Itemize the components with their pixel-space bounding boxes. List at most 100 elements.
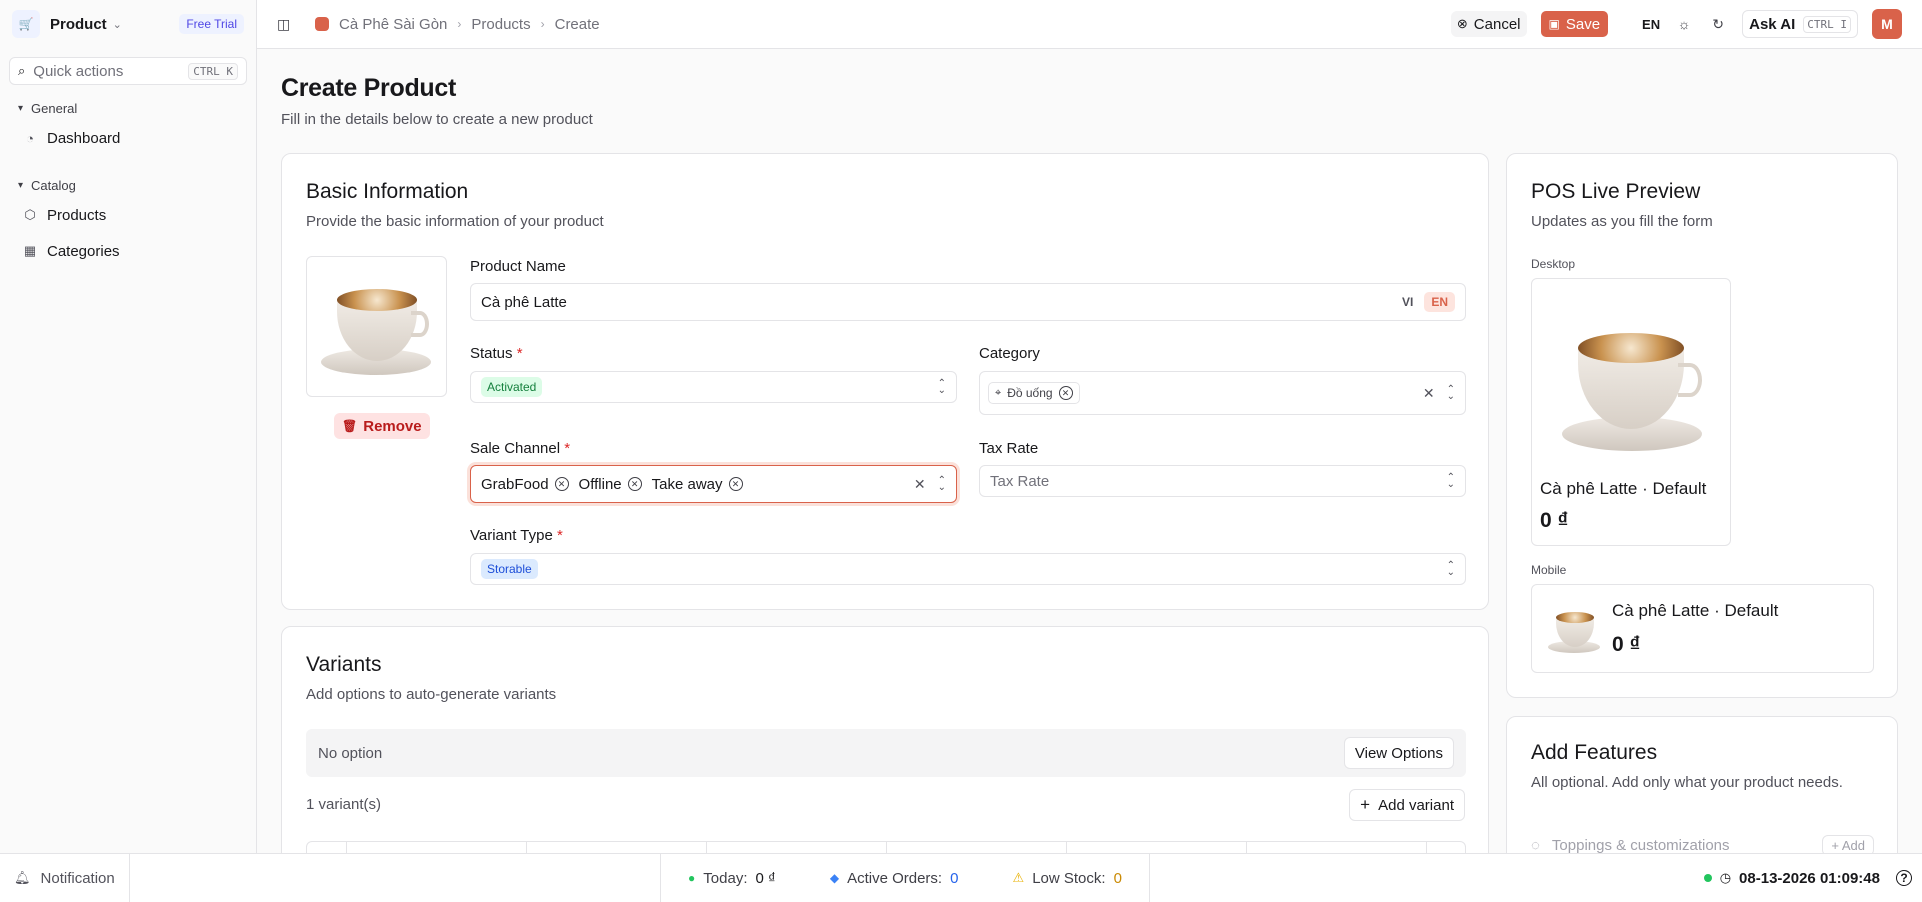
sidebar-item-categories[interactable]: ▦ Categories [9,235,247,267]
sidebar-item-products[interactable]: ⬡ Products [9,199,247,231]
variant-type-label: Variant Type * [470,527,563,544]
language-switcher[interactable]: EN [1642,17,1660,32]
sale-channel-chip: Offline ✕ [579,476,642,493]
product-name-value: Cà phê Latte [481,293,567,311]
tag-icon: ⌖ [995,386,1002,399]
group-label: General [31,101,78,116]
required-mark: * [557,527,563,544]
main-content: Create Product Fill in the details below… [281,49,1898,853]
sale-channel-select[interactable]: GrabFood ✕ Offline ✕ Take away ✕ ✕ ⌃ ⌄ [470,465,957,503]
stat-low-stock: ⚠ Low Stock: 0 [1013,870,1122,887]
mobile-item-price: 0 ₫ [1612,633,1641,656]
free-trial-badge[interactable]: Free Trial [179,14,244,34]
quick-actions-search[interactable]: ⌕ Quick actions CTRL K [9,57,247,85]
help-icon[interactable]: ? [1896,870,1912,886]
theme-toggle-icon[interactable]: ☼ [1674,16,1694,32]
desktop-preview-tile: Cà phê Latte · Default 0 ₫ [1531,278,1731,546]
preview-subtitle: Updates as you fill the form [1531,213,1713,230]
latte-foam [337,289,417,311]
warning-icon: ⚠ [1012,870,1025,885]
ask-ai-shortcut: CTRL I [1803,15,1851,33]
stats-strip: ● Today: 0 ₫ ◆ Active Orders: 0 ⚠ Low St… [660,854,1150,902]
app-title: Product [50,15,107,33]
variants-subtitle: Add options to auto-generate variants [306,686,557,703]
tax-rate-select[interactable]: Tax Rate ⌃ ⌄ [979,465,1466,497]
chip-label: Offline [578,475,622,493]
add-feature-button[interactable]: + Add [1822,835,1874,853]
avatar[interactable]: M [1872,9,1902,39]
chevron-right-icon: › [457,17,462,31]
sidebar-item-label: Categories [47,242,120,260]
required-mark: * [564,440,571,457]
sidebar-item-dashboard[interactable]: ◔ Dashboard [9,122,247,154]
toppings-icon: ◌ [1531,837,1540,853]
preview-item-name: Cà phê Latte · Default [1540,479,1707,498]
variant-type-select[interactable]: Storable ⌃ ⌄ [470,553,1466,585]
status-select[interactable]: Activated ⌃ ⌄ [470,371,957,403]
lang-en-button[interactable]: EN [1424,292,1455,312]
table-header-cell [347,842,527,853]
add-variant-button[interactable]: + Add variant [1349,789,1465,821]
breadcrumb-store[interactable]: Cà Phê Sài Gòn [339,16,447,33]
sale-channel-chip: Take away ✕ [652,476,743,493]
product-image[interactable] [306,256,447,397]
sidebar-header[interactable]: 🛒 Product ⌄ Free Trial [0,0,256,48]
category-label: Category [979,345,1040,362]
add-features-card: Add Features All optional. Add only what… [1506,716,1898,853]
money-icon: ● [688,871,696,885]
variant-type-label-text: Variant Type [470,527,553,544]
select-all-cell[interactable] [307,842,347,853]
sidebar-item-label: Dashboard [47,129,121,147]
options-panel: No option View Options [306,729,1466,777]
clear-icon[interactable]: ✕ [1423,385,1435,402]
basic-info-subtitle: Provide the basic information of your pr… [306,213,604,230]
sidebar-toggle-icon[interactable]: ◫ [277,16,299,33]
sidebar-group-catalog[interactable]: ▾ Catalog [0,178,256,193]
remove-chip-icon[interactable]: ✕ [728,477,743,491]
view-options-label: View Options [1354,744,1443,762]
table-header-cell [527,842,707,853]
view-options-button[interactable]: View Options [1343,737,1454,769]
store-logo-icon [315,17,329,31]
remove-chip-icon[interactable]: ✕ [627,477,642,491]
mobile-preview-image [1544,597,1606,659]
table-header-cell [1247,842,1427,853]
save-button[interactable]: ▣ Save [1540,11,1609,37]
stat-value: 0 [950,869,959,887]
stat-value: 0 ₫ [755,869,776,887]
clear-icon[interactable]: ✕ [914,476,926,493]
sidebar-group-general[interactable]: ▾ General [0,101,256,116]
chevron-right-icon: › [540,17,545,31]
cancel-button[interactable]: ⊗ Cancel [1450,11,1527,37]
breadcrumb-products[interactable]: Products [471,16,530,33]
remove-label: Remove [363,417,422,435]
tax-rate-label: Tax Rate [979,440,1039,457]
preview-title: POS Live Preview [1531,180,1701,203]
table-header-cell [707,842,887,853]
remove-chip-icon[interactable]: ✕ [554,477,569,491]
ask-ai-button[interactable]: Ask AI CTRL I [1742,10,1858,38]
variants-card: Variants Add options to auto-generate va… [281,626,1489,853]
chevron-down-icon: ▾ [18,180,24,191]
grid-icon: ▦ [23,243,37,258]
cup-handle [1678,363,1702,397]
refresh-icon[interactable]: ↻ [1708,16,1728,33]
clock: ◷ 08-13-2026 01:09:48 ? [1703,870,1912,887]
remove-image-button[interactable]: 🗑 Remove [334,413,430,439]
mobile-preview-tile: Cà phê Latte · Default 0 ₫ [1531,584,1874,673]
basic-info-title: Basic Information [306,180,469,203]
product-name-label: Product Name [470,258,566,275]
save-label: Save [1565,15,1601,33]
ask-ai-label: Ask AI [1749,15,1796,33]
save-icon: ▣ [1548,17,1560,31]
category-select[interactable]: ⌖ Đồ uống ✕ ✕ ⌃ ⌄ [979,371,1466,415]
product-name-input[interactable]: Cà phê Latte VI EN [470,283,1466,321]
chevron-down-icon: ⌄ [112,18,122,31]
remove-chip-icon[interactable]: ✕ [1058,386,1073,400]
topbar: ◫ Cà Phê Sài Gòn › Products › Create ⊗ C… [257,0,1922,49]
table-header-cell [887,842,1067,853]
lang-vi-button[interactable]: VI [1395,292,1420,312]
trash-icon: 🗑 [342,419,358,433]
page-subtitle: Fill in the details below to create a ne… [281,111,593,128]
notification-button[interactable]: 🔔︎ Notification [0,854,130,902]
